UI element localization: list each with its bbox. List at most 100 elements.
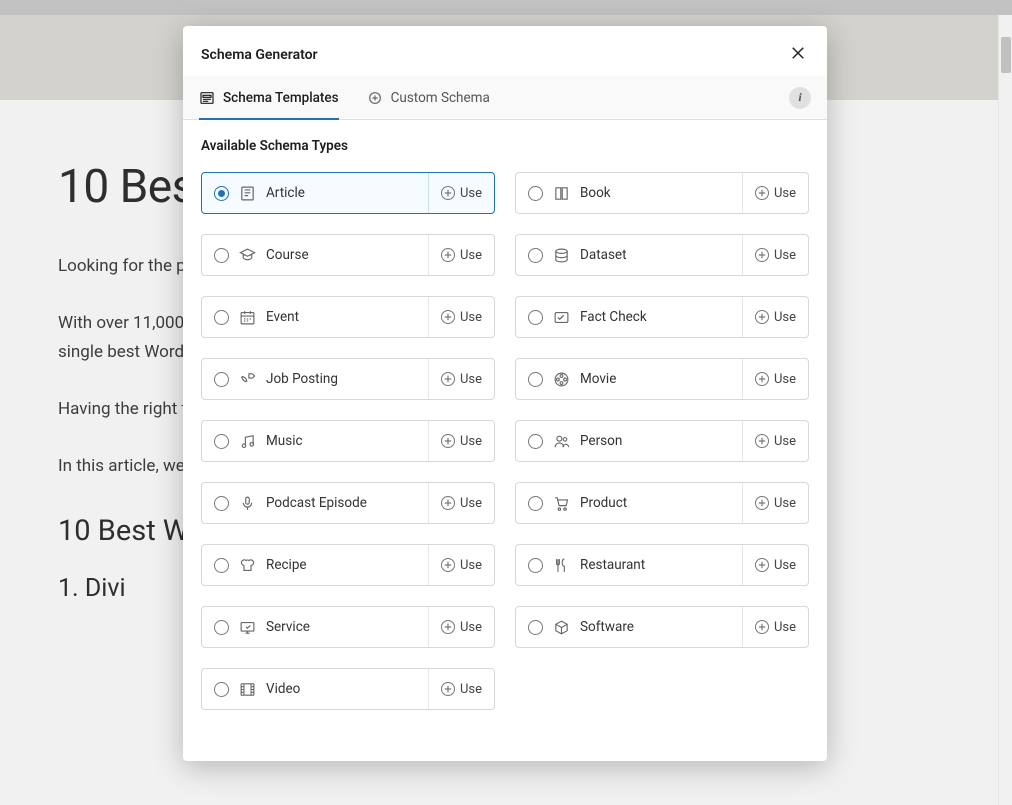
radio-icon: [528, 310, 543, 325]
schema-generator-modal: Schema Generator Schema Templates Custom…: [183, 26, 827, 761]
schema-card-label: Movie: [580, 371, 616, 387]
schema-card-main[interactable]: Book: [516, 185, 742, 202]
schema-card-label: Course: [266, 247, 309, 263]
schema-card-main[interactable]: Music: [202, 433, 428, 450]
schema-card-label: Event: [266, 309, 299, 325]
schema-card-main[interactable]: Event: [202, 309, 428, 326]
use-button[interactable]: Use: [428, 545, 494, 585]
schema-card-main[interactable]: Job Posting: [202, 371, 428, 388]
schema-card-recipe[interactable]: Recipe Use: [201, 544, 495, 586]
use-label: Use: [460, 682, 482, 697]
tab-custom-schema[interactable]: Custom Schema: [367, 76, 490, 120]
music-icon: [239, 433, 256, 450]
use-button[interactable]: Use: [742, 359, 808, 399]
info-button[interactable]: i: [789, 87, 811, 109]
schema-card-factcheck[interactable]: Fact Check Use: [515, 296, 809, 338]
schema-card-main[interactable]: Product: [516, 495, 742, 512]
use-button[interactable]: Use: [742, 607, 808, 647]
use-label: Use: [460, 434, 482, 449]
radio-icon: [528, 558, 543, 573]
use-button[interactable]: Use: [428, 297, 494, 337]
schema-card-label: Software: [580, 619, 634, 635]
use-button[interactable]: Use: [742, 421, 808, 461]
use-button[interactable]: Use: [742, 545, 808, 585]
use-label: Use: [774, 310, 796, 325]
use-button[interactable]: Use: [428, 173, 494, 213]
schema-card-article[interactable]: Article Use: [201, 172, 495, 214]
use-button[interactable]: Use: [428, 235, 494, 275]
schema-card-label: Restaurant: [580, 557, 645, 573]
schema-card-main[interactable]: Article: [202, 185, 428, 202]
plus-circle-icon: [755, 558, 769, 572]
use-button[interactable]: Use: [742, 173, 808, 213]
use-label: Use: [460, 558, 482, 573]
schema-card-main[interactable]: Video: [202, 681, 428, 698]
schema-card-label: Music: [266, 433, 303, 449]
schema-card-main[interactable]: Recipe: [202, 557, 428, 574]
radio-icon: [528, 434, 543, 449]
radio-icon: [214, 558, 229, 573]
radio-icon: [214, 620, 229, 635]
use-button[interactable]: Use: [428, 421, 494, 461]
tab-bar: Schema Templates Custom Schema i: [183, 76, 827, 120]
tab-schema-templates[interactable]: Schema Templates: [199, 76, 339, 120]
scrollbar-thumb[interactable]: [1001, 37, 1011, 73]
use-label: Use: [460, 620, 482, 635]
plus-circle-icon: [755, 372, 769, 386]
schema-card-video[interactable]: Video Use: [201, 668, 495, 710]
schema-card-label: Person: [580, 433, 622, 449]
schema-card-main[interactable]: Service: [202, 619, 428, 636]
use-label: Use: [774, 558, 796, 573]
schema-card-course[interactable]: Course Use: [201, 234, 495, 276]
use-label: Use: [774, 496, 796, 511]
schema-card-music[interactable]: Music Use: [201, 420, 495, 462]
schema-card-event[interactable]: Event Use: [201, 296, 495, 338]
schema-card-label: Article: [266, 185, 305, 201]
radio-icon: [528, 372, 543, 387]
product-icon: [553, 495, 570, 512]
schema-card-job[interactable]: Job PostingUse: [201, 358, 495, 400]
use-button[interactable]: Use: [742, 297, 808, 337]
book-icon: [553, 185, 570, 202]
schema-card-podcast[interactable]: Podcast Episode Use: [201, 482, 495, 524]
schema-card-dataset[interactable]: Dataset Use: [515, 234, 809, 276]
schema-card-movie[interactable]: Movie Use: [515, 358, 809, 400]
use-button[interactable]: Use: [428, 359, 494, 399]
page-scrollbar[interactable]: [998, 15, 1012, 805]
modal-header: Schema Generator: [183, 26, 827, 76]
plus-circle-icon: [441, 434, 455, 448]
schema-card-main[interactable]: Software: [516, 619, 742, 636]
schema-card-book[interactable]: BookUse: [515, 172, 809, 214]
podcast-icon: [239, 495, 256, 512]
plus-circle-icon: [441, 620, 455, 634]
plus-circle-icon: [441, 682, 455, 696]
schema-card-main[interactable]: Movie: [516, 371, 742, 388]
schema-card-main[interactable]: Dataset: [516, 247, 742, 264]
schema-card-software[interactable]: Software Use: [515, 606, 809, 648]
plus-circle-icon: [755, 186, 769, 200]
use-button[interactable]: Use: [428, 607, 494, 647]
schema-card-label: Fact Check: [580, 309, 647, 325]
plus-circle-icon: [755, 620, 769, 634]
schema-card-main[interactable]: Person: [516, 433, 742, 450]
schema-card-service[interactable]: Service Use: [201, 606, 495, 648]
use-button[interactable]: Use: [428, 483, 494, 523]
schema-card-person[interactable]: Person Use: [515, 420, 809, 462]
schema-card-main[interactable]: Fact Check: [516, 309, 742, 326]
close-icon: [789, 44, 807, 66]
close-button[interactable]: [787, 44, 809, 66]
radio-icon: [214, 310, 229, 325]
schema-card-restaurant[interactable]: Restaurant Use: [515, 544, 809, 586]
schema-card-main[interactable]: Podcast Episode: [202, 495, 428, 512]
use-button[interactable]: Use: [428, 669, 494, 709]
radio-icon: [214, 372, 229, 387]
radio-icon: [528, 248, 543, 263]
plus-circle-icon: [441, 248, 455, 262]
schema-card-main[interactable]: Restaurant: [516, 557, 742, 574]
use-button[interactable]: Use: [742, 235, 808, 275]
use-button[interactable]: Use: [742, 483, 808, 523]
schema-card-label: Dataset: [580, 247, 627, 263]
schema-card-main[interactable]: Course: [202, 247, 428, 264]
schema-card-product[interactable]: Product Use: [515, 482, 809, 524]
schema-card-label: Podcast Episode: [266, 495, 367, 511]
